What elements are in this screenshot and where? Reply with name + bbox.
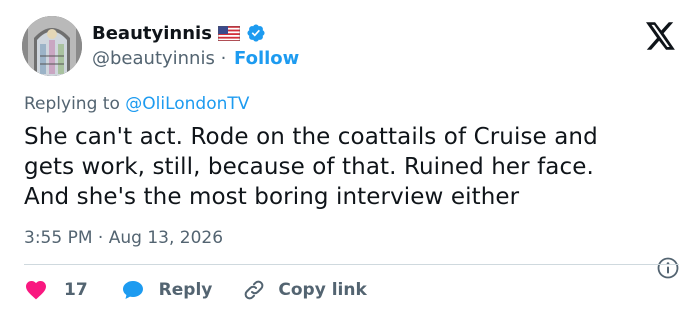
author-name-row: Beautyinnis <box>92 20 266 46</box>
handle[interactable]: @beautyinnis <box>92 48 215 69</box>
copy-link-label: Copy link <box>278 280 367 300</box>
action-bar: 17 Reply Copy link <box>24 276 367 304</box>
follow-button[interactable]: Follow <box>234 48 299 69</box>
speech-bubble-icon <box>122 281 143 299</box>
verified-badge-icon <box>247 24 265 42</box>
replying-prefix: Replying to <box>24 94 120 114</box>
heart-icon <box>26 281 46 300</box>
replying-to-link[interactable]: @OliLondonTV <box>125 94 249 114</box>
separator-dot: · <box>92 228 109 248</box>
display-name[interactable]: Beautyinnis <box>92 23 212 44</box>
us-flag-icon <box>217 25 240 41</box>
timestamp[interactable]: 3:55 PM · Aug 13, 2026 <box>24 228 223 248</box>
like-button[interactable]: 17 <box>24 278 88 302</box>
reply-label: Reply <box>158 280 213 300</box>
separator-dot: · <box>214 48 233 69</box>
author-handle-row: @beautyinnis · Follow <box>92 48 299 69</box>
tweet-date[interactable]: Aug 13, 2026 <box>109 228 223 248</box>
tweet-time[interactable]: 3:55 PM <box>24 228 93 248</box>
divider <box>24 264 679 265</box>
reply-button[interactable]: Reply <box>121 278 213 302</box>
replying-to: Replying to @OliLondonTV <box>24 94 249 114</box>
copy-link-button[interactable]: Copy link <box>242 278 367 302</box>
info-icon[interactable] <box>656 256 680 280</box>
avatar[interactable] <box>22 16 82 76</box>
like-count: 17 <box>64 280 88 300</box>
tweet-text: She can't act. Rode on the coattails of … <box>24 124 598 210</box>
x-logo-icon[interactable] <box>646 22 676 50</box>
link-icon <box>245 280 264 300</box>
